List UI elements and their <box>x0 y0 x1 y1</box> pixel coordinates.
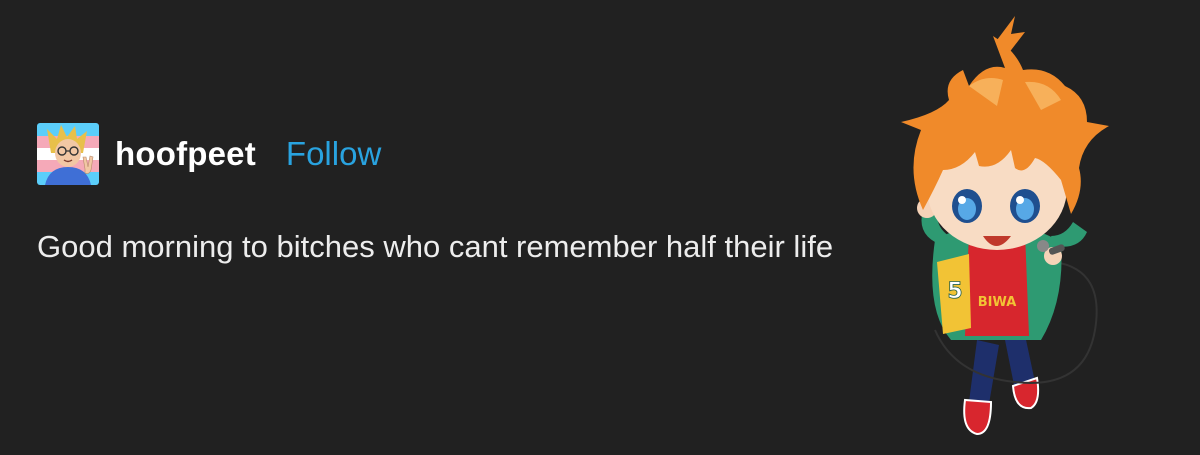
shirt-text: BIWA <box>978 295 1017 310</box>
username-link[interactable]: hoofpeet <box>115 135 256 173</box>
user-avatar-icon[interactable] <box>37 123 99 185</box>
post-body-text: Good morning to bitches who cant remembe… <box>37 229 834 264</box>
post: hoofpeet Follow Good morning to bitches … <box>37 122 867 274</box>
post-header: hoofpeet Follow <box>37 122 867 186</box>
follow-button[interactable]: Follow <box>286 135 381 173</box>
chibi-character-sticker-icon: BIWA 5 <box>901 16 1109 436</box>
jacket-number: 5 <box>947 279 962 304</box>
